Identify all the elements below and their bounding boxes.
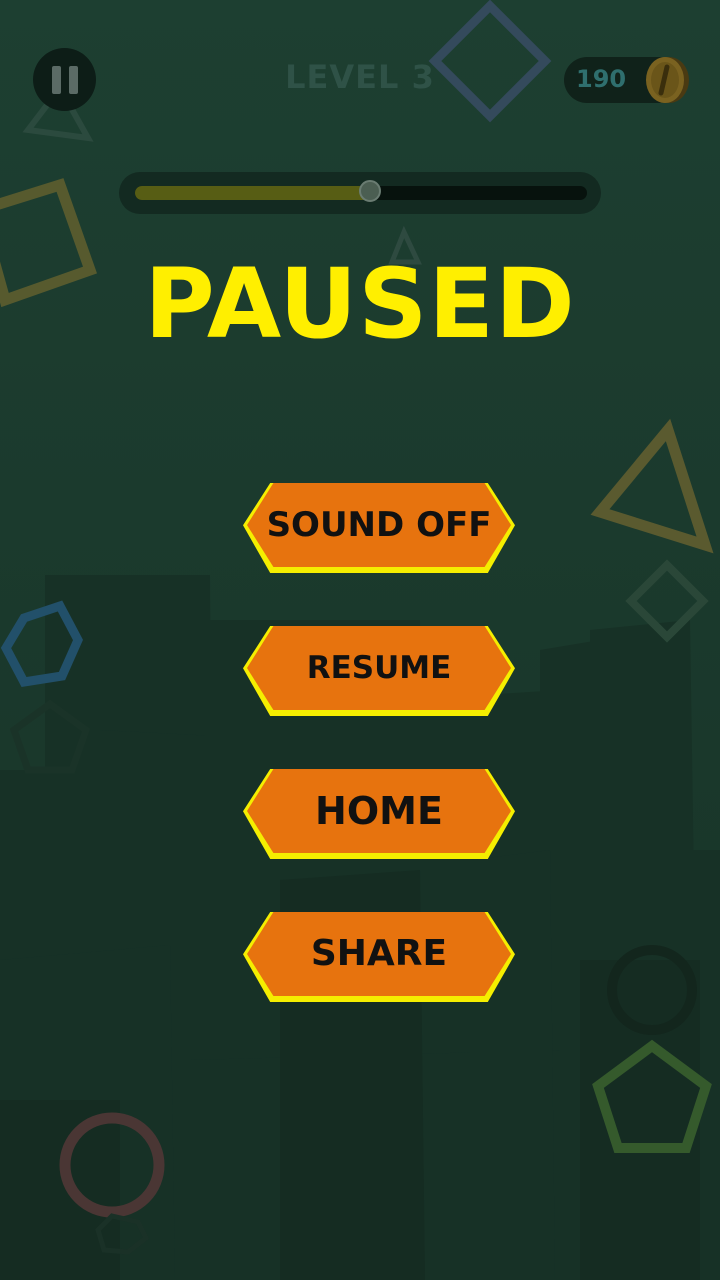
- share-button[interactable]: SHARE: [243, 912, 515, 1002]
- triangle-outline-shape: [590, 418, 714, 554]
- paused-title: PAUSED: [144, 248, 576, 360]
- share-label: SHARE: [310, 933, 448, 974]
- progress-fill: [135, 186, 371, 200]
- coin-count: 190: [576, 65, 627, 93]
- silhouette-block: [580, 960, 700, 1280]
- silhouette-block: [0, 1100, 120, 1280]
- level-progress-bar: [119, 172, 601, 214]
- resume-label: RESUME: [306, 650, 452, 686]
- progress-knob: [359, 180, 382, 202]
- home-label: HOME: [315, 789, 443, 833]
- home-button[interactable]: HOME: [243, 769, 515, 859]
- sound-off-button[interactable]: SOUND OFF: [243, 483, 515, 573]
- resume-button[interactable]: RESUME: [243, 626, 515, 716]
- coin-icon: [646, 57, 689, 103]
- progress-track: [135, 180, 587, 202]
- sound-off-label: SOUND OFF: [266, 505, 492, 545]
- game-pause-screen: LEVEL 3 190 PAUSED SOUND OFF RESUME HOME…: [0, 0, 720, 1280]
